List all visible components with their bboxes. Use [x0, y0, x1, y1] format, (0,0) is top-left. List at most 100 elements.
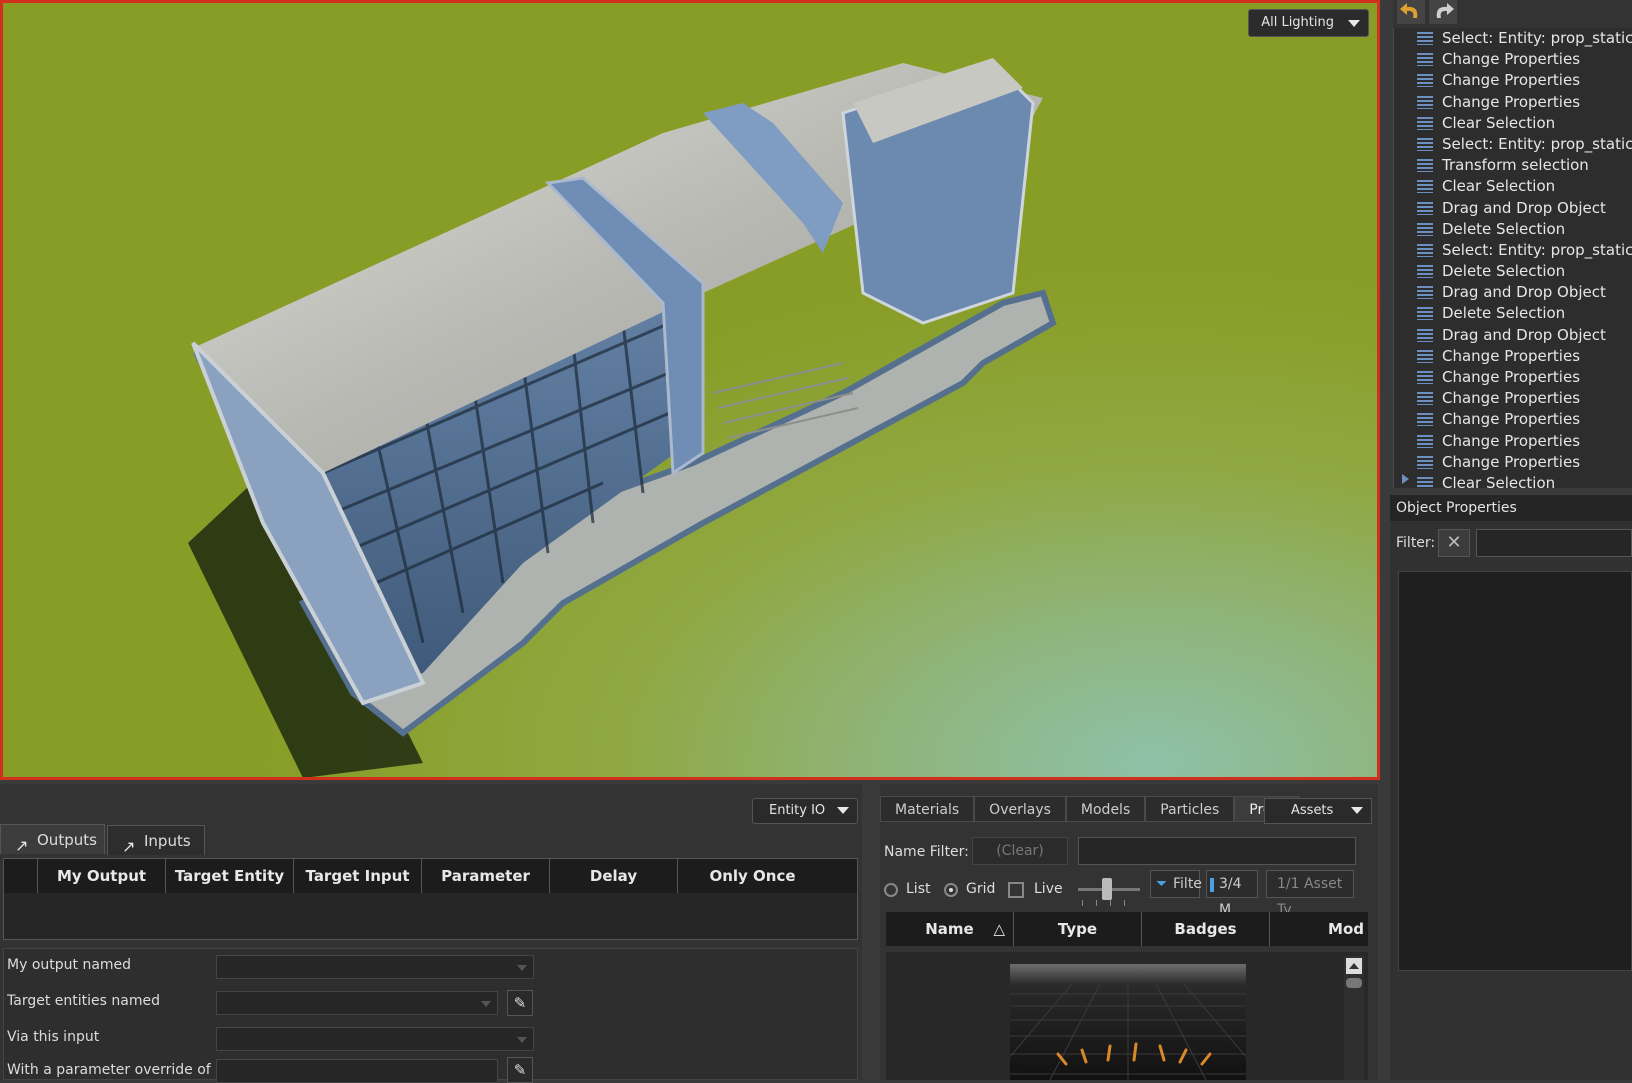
output-arrow-icon: ↗: [15, 836, 29, 855]
history-item-label: Change Properties: [1442, 410, 1581, 429]
via-input-combo[interactable]: [216, 1027, 534, 1051]
asset-source-dropdown[interactable]: Assets: [1264, 798, 1372, 824]
history-item[interactable]: Change Properties: [1394, 92, 1632, 113]
history-item[interactable]: Select: Entity: prop_static (b: [1394, 240, 1632, 261]
column-header-icon[interactable]: [4, 859, 38, 893]
column-header-badges[interactable]: Badges: [1142, 912, 1270, 946]
column-header-name[interactable]: Name △: [886, 912, 1014, 946]
history-item[interactable]: Change Properties: [1394, 346, 1632, 367]
connections-table[interactable]: My Output Target Entity Target Input Par…: [3, 858, 858, 940]
tab-models[interactable]: Models: [1065, 796, 1146, 822]
history-step-icon: [1417, 53, 1433, 67]
column-header-delay[interactable]: Delay: [550, 859, 678, 893]
history-item-label: Drag and Drop Object: [1442, 325, 1606, 344]
column-header-type[interactable]: Type: [1014, 912, 1142, 946]
column-header-target-entity[interactable]: Target Entity: [166, 859, 294, 893]
history-item-label: Drag and Drop Object: [1442, 198, 1606, 217]
column-header-only-once[interactable]: Only Once: [678, 859, 827, 893]
name-filter-label: Name Filter:: [884, 844, 969, 860]
history-item[interactable]: Delete Selection: [1394, 261, 1632, 282]
history-step-icon: [1417, 434, 1433, 448]
scroll-thumb[interactable]: [1346, 978, 1362, 988]
history-item[interactable]: Change Properties: [1394, 49, 1632, 70]
history-item[interactable]: Change Properties: [1394, 409, 1632, 430]
pick-entity-button[interactable]: ✎: [507, 990, 533, 1016]
building-model: [188, 58, 1057, 777]
history-step-icon: [1417, 392, 1433, 406]
history-item[interactable]: Change Properties: [1394, 388, 1632, 409]
history-item[interactable]: Drag and Drop Object: [1394, 282, 1632, 303]
properties-filter-input[interactable]: [1476, 529, 1632, 557]
history-step-icon: [1417, 32, 1433, 45]
tab-overlays[interactable]: Overlays: [974, 796, 1066, 822]
target-entities-combo[interactable]: [216, 991, 498, 1015]
tab-inputs[interactable]: ↗ Inputs: [107, 825, 205, 856]
clear-filter-button[interactable]: (Clear): [972, 837, 1068, 865]
history-step-icon: [1417, 74, 1433, 88]
list-view-label: List: [906, 881, 931, 897]
filter-button[interactable]: ⏷ Filte: [1150, 870, 1202, 898]
edit-parameter-button[interactable]: ✎: [507, 1057, 533, 1083]
asset-grid-scrollbar[interactable]: [1344, 956, 1364, 1080]
thumbnail-size-slider[interactable]: [1078, 872, 1140, 908]
chevron-down-icon: [517, 1037, 527, 1043]
history-item[interactable]: Delete Selection: [1394, 219, 1632, 240]
connection-editor-form: My output named Target entities named ✎ …: [3, 948, 858, 1083]
tab-particles[interactable]: Particles: [1145, 796, 1235, 822]
expand-arrow-icon[interactable]: [1402, 474, 1409, 484]
history-step-icon: [1417, 265, 1433, 279]
target-entities-label: Target entities named: [7, 993, 160, 1009]
mod-count-button[interactable]: 3/4 M: [1206, 870, 1258, 918]
parameter-override-input[interactable]: [216, 1059, 498, 1083]
asset-list-header: Name △ Type Badges Mod: [886, 912, 1368, 946]
name-filter-input[interactable]: [1078, 837, 1356, 865]
history-item[interactable]: Transform selection: [1394, 155, 1632, 176]
history-item[interactable]: Change Properties: [1394, 367, 1632, 388]
column-header-mod[interactable]: Mod: [1270, 912, 1368, 946]
object-properties-panel: Filter: ✕: [1390, 521, 1632, 1080]
history-item[interactable]: Change Properties: [1394, 452, 1632, 473]
history-item[interactable]: Delete Selection: [1394, 303, 1632, 324]
tab-outputs-label: Outputs: [37, 831, 97, 849]
history-item[interactable]: Drag and Drop Object: [1394, 198, 1632, 219]
list-view-radio[interactable]: [884, 883, 898, 897]
history-item[interactable]: Select: Entity: prop_static (b: [1394, 134, 1632, 155]
column-header-my-output[interactable]: My Output: [38, 859, 166, 893]
asset-grid[interactable]: [886, 952, 1368, 1080]
tab-materials[interactable]: Materials: [880, 796, 975, 822]
funnel-icon: ⏷: [1156, 876, 1168, 892]
undo-icon[interactable]: [1397, 0, 1425, 24]
grid-floor-preview: [1010, 983, 1246, 1080]
asset-thumbnail[interactable]: [1010, 964, 1246, 1080]
entity-io-dropdown[interactable]: Entity IO: [752, 798, 858, 824]
entity-io-panel: Entity IO ↗ Outputs ↗ Inputs My Output T…: [0, 784, 862, 1083]
history-step-icon: [1417, 95, 1433, 109]
history-item[interactable]: Clear Selection: [1394, 113, 1632, 134]
grid-view-radio[interactable]: [944, 883, 958, 897]
history-item[interactable]: Clear Selection: [1394, 176, 1632, 197]
properties-list[interactable]: [1398, 571, 1632, 971]
column-header-parameter[interactable]: Parameter: [422, 859, 550, 893]
history-item[interactable]: Drag and Drop Object: [1394, 325, 1632, 346]
chevron-down-icon: [837, 807, 849, 814]
tab-outputs[interactable]: ↗ Outputs: [0, 824, 105, 855]
lighting-mode-dropdown[interactable]: All Lighting: [1248, 9, 1369, 37]
connections-table-header: My Output Target Entity Target Input Par…: [4, 859, 857, 893]
3d-viewport[interactable]: All Lighting: [0, 0, 1380, 780]
pencil-icon: ✎: [513, 994, 527, 1012]
my-output-combo[interactable]: [216, 955, 534, 979]
chevron-down-icon: [1351, 807, 1363, 814]
history-step-icon: [1417, 180, 1433, 194]
history-item[interactable]: Change Properties: [1394, 431, 1632, 452]
history-list[interactable]: Select: Entity: prop_static (b Change Pro…: [1393, 28, 1632, 488]
live-checkbox[interactable]: [1008, 882, 1024, 898]
asset-type-button[interactable]: 1/1 Asset Ty: [1266, 870, 1354, 918]
clear-filter-button[interactable]: ✕: [1438, 529, 1470, 557]
redo-icon[interactable]: [1429, 0, 1457, 24]
scroll-up-icon[interactable]: [1346, 958, 1362, 974]
history-item[interactable]: Change Properties: [1394, 70, 1632, 91]
column-header-target-input[interactable]: Target Input: [294, 859, 422, 893]
via-input-label: Via this input: [7, 1029, 100, 1045]
history-item[interactable]: Clear Selection: [1394, 473, 1632, 488]
history-item[interactable]: Select: Entity: prop_static (b: [1394, 28, 1632, 49]
